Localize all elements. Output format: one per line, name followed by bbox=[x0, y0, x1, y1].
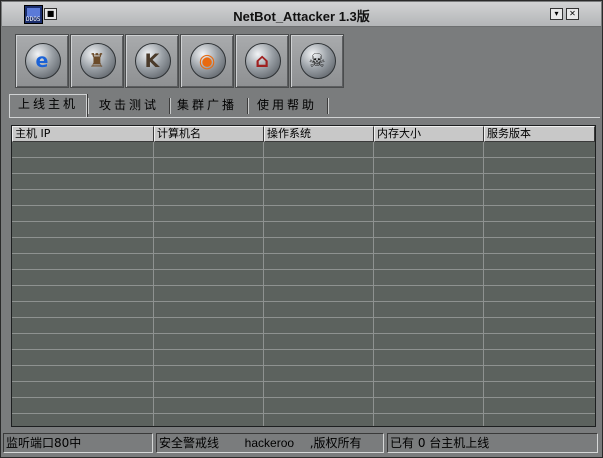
status-security-label: 安全警戒线 bbox=[159, 436, 220, 450]
table-header: 主机 IP 计算机名 操作系统 内存大小 服务版本 bbox=[12, 126, 595, 142]
status-security: 安全警戒线 hackeroo ,版权所有 bbox=[156, 433, 384, 453]
column-divider bbox=[263, 142, 264, 426]
status-online-count: 已有 0 台主机上线 bbox=[387, 433, 598, 453]
tab-panel-border bbox=[9, 117, 600, 118]
tab-separator bbox=[87, 98, 88, 114]
column-divider bbox=[483, 142, 484, 426]
window-title: NetBot_Attacker 1.3版 bbox=[233, 9, 370, 24]
table-row[interactable] bbox=[12, 366, 595, 382]
column-header-memory[interactable]: 内存大小 bbox=[374, 126, 484, 142]
toolbar-button-home[interactable]: ⌂ bbox=[235, 34, 289, 88]
host-table[interactable]: 主机 IP 计算机名 操作系统 内存大小 服务版本 bbox=[11, 125, 596, 427]
toolbar-button-knight-helmet[interactable]: ♜ bbox=[70, 34, 124, 88]
title-bar[interactable]: DDOS ■ NetBot_Attacker 1.3版 ▾ ✕ bbox=[2, 2, 601, 27]
tab-separator bbox=[247, 98, 248, 114]
column-header-host-ip[interactable]: 主机 IP bbox=[12, 126, 154, 142]
table-row[interactable] bbox=[12, 382, 595, 398]
table-row[interactable] bbox=[12, 286, 595, 302]
home-icon: ⌂ bbox=[255, 50, 269, 72]
toolbar-button-skull-crossbones[interactable]: ☠ bbox=[290, 34, 344, 88]
toolbar-button-blender-logo[interactable]: ◉ bbox=[180, 34, 234, 88]
knight-helmet-icon: ♜ bbox=[88, 50, 106, 72]
table-row[interactable] bbox=[12, 254, 595, 270]
skull-crossbones-icon: ☠ bbox=[308, 50, 326, 72]
table-row[interactable] bbox=[12, 414, 595, 426]
table-row[interactable] bbox=[12, 302, 595, 318]
column-header-os[interactable]: 操作系统 bbox=[264, 126, 374, 142]
tab-help[interactable]: 使用帮助 bbox=[249, 96, 325, 115]
table-row[interactable] bbox=[12, 318, 595, 334]
column-header-computer-name[interactable]: 计算机名 bbox=[154, 126, 264, 142]
table-row[interactable] bbox=[12, 350, 595, 366]
toolbar-button-k-emblem[interactable]: K bbox=[125, 34, 179, 88]
internet-explorer-icon: e bbox=[35, 50, 49, 72]
column-divider bbox=[153, 142, 154, 426]
table-row[interactable] bbox=[12, 174, 595, 190]
app-window: DDOS ■ NetBot_Attacker 1.3版 ▾ ✕ e ♜ K ◉ ⌂ ☠ 上… bbox=[0, 0, 603, 458]
status-bar: 监听端口80中 安全警戒线 hackeroo ,版权所有 已有 0 台主机上线 bbox=[3, 433, 600, 453]
table-row[interactable] bbox=[12, 334, 595, 350]
table-row[interactable] bbox=[12, 190, 595, 206]
k-emblem-icon: K bbox=[144, 50, 160, 72]
tab-online-hosts[interactable]: 上线主机 bbox=[9, 94, 87, 117]
status-listen-port: 监听端口80中 bbox=[3, 433, 153, 453]
toolbar-button-internet-explorer[interactable]: e bbox=[15, 34, 69, 88]
table-row[interactable] bbox=[12, 158, 595, 174]
status-copyright: ,版权所有 bbox=[309, 436, 362, 450]
blender-logo-icon: ◉ bbox=[198, 50, 216, 72]
table-body bbox=[12, 142, 595, 426]
tab-cluster-broadcast[interactable]: 集群广播 bbox=[169, 96, 245, 115]
column-divider bbox=[373, 142, 374, 426]
table-row[interactable] bbox=[12, 270, 595, 286]
column-header-service-version[interactable]: 服务版本 bbox=[484, 126, 595, 142]
table-row[interactable] bbox=[12, 398, 595, 414]
minimize-button[interactable]: ▾ bbox=[550, 8, 563, 20]
status-author: hackeroo bbox=[244, 436, 295, 450]
table-row[interactable] bbox=[12, 142, 595, 158]
tab-attack-test[interactable]: 攻击测试 bbox=[91, 96, 167, 115]
tab-separator bbox=[327, 98, 328, 114]
table-row[interactable] bbox=[12, 222, 595, 238]
close-button[interactable]: ✕ bbox=[566, 8, 579, 20]
table-row[interactable] bbox=[12, 238, 595, 254]
table-row[interactable] bbox=[12, 206, 595, 222]
